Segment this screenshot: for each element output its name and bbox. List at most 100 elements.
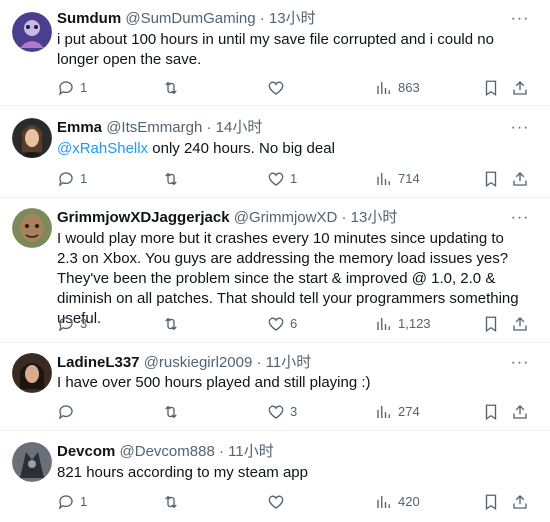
more-icon[interactable]: ···	[510, 118, 530, 138]
tweet[interactable]: Emma @ItsEmmargh · 14小时 ··· @xRahShellx …	[0, 106, 550, 198]
timestamp[interactable]: 13小时	[351, 209, 398, 226]
reply-icon	[58, 495, 73, 510]
tweet-body: only 240 hours. No big deal	[148, 140, 335, 157]
separator: ·	[218, 443, 224, 460]
view-count: 1,123	[398, 316, 431, 331]
tweet-actions: 3 274	[57, 402, 537, 422]
separator: ·	[341, 209, 347, 226]
tweet[interactable]: Sumdum @SumDumGaming · 13小时 ··· i put ab…	[0, 0, 550, 106]
more-icon[interactable]: ···	[510, 9, 530, 29]
tweet-text: 821 hours according to my steam app	[57, 464, 308, 481]
display-name[interactable]: LadineL337	[57, 354, 140, 371]
tweet-text: i put about 100 hours in until my save f…	[57, 31, 494, 68]
timestamp[interactable]: 14小时	[216, 119, 263, 136]
share-icon	[513, 495, 527, 509]
bookmark-button[interactable]	[482, 169, 500, 189]
user-handle[interactable]: @Devcom888	[120, 443, 215, 460]
like-button[interactable]: 6	[267, 314, 297, 334]
avatar[interactable]	[12, 12, 52, 52]
views-button[interactable]: 714	[375, 169, 420, 189]
like-button[interactable]	[267, 78, 290, 98]
view-count: 420	[398, 494, 420, 509]
reply-button[interactable]: 1	[57, 78, 87, 98]
avatar[interactable]	[12, 208, 52, 248]
mention-link[interactable]: @xRahShellx	[57, 140, 148, 157]
views-icon	[377, 82, 390, 94]
share-button[interactable]	[511, 169, 529, 189]
share-icon	[513, 172, 527, 186]
retweet-icon	[165, 81, 177, 95]
retweet-button[interactable]	[162, 169, 185, 189]
views-button[interactable]: 420	[375, 492, 420, 512]
retweet-button[interactable]	[162, 314, 185, 334]
retweet-button[interactable]	[162, 492, 185, 512]
share-button[interactable]	[511, 314, 529, 334]
user-handle[interactable]: @GrimmjowXD	[234, 209, 338, 226]
like-button[interactable]: 3	[267, 402, 297, 422]
retweet-icon	[165, 317, 177, 331]
user-handle[interactable]: @ItsEmmargh	[106, 119, 202, 136]
user-handle[interactable]: @ruskiegirl2009	[144, 354, 253, 371]
views-button[interactable]: 274	[375, 402, 420, 422]
share-button[interactable]	[511, 78, 529, 98]
timestamp[interactable]: 11小时	[228, 443, 274, 460]
tweet-actions: 1 863	[57, 78, 537, 98]
share-icon	[513, 405, 527, 419]
like-button[interactable]: 1	[267, 169, 297, 189]
display-name[interactable]: Sumdum	[57, 10, 121, 27]
views-icon	[377, 496, 390, 508]
views-icon	[377, 173, 390, 185]
timestamp[interactable]: 13小时	[269, 10, 316, 27]
tweet-text: I have over 500 hours played and still p…	[57, 374, 371, 391]
display-name[interactable]: Devcom	[57, 443, 115, 460]
views-button[interactable]: 1,123	[375, 314, 431, 334]
bookmark-icon	[485, 171, 497, 188]
avatar[interactable]	[12, 118, 52, 158]
reply-button[interactable]: 3	[57, 314, 87, 334]
view-count: 863	[398, 80, 420, 95]
views-icon	[377, 406, 390, 418]
tweet-text: @xRahShellx only 240 hours. No big deal	[57, 139, 527, 159]
reply-icon	[58, 172, 73, 187]
tweet[interactable]: Devcom @Devcom888 · 11小时 821 hours accor…	[0, 431, 550, 522]
like-count: 3	[290, 404, 298, 419]
separator: ·	[206, 119, 212, 136]
bookmark-button[interactable]	[482, 78, 500, 98]
retweet-button[interactable]	[162, 402, 185, 422]
tweet-header: Emma @ItsEmmargh · 14小时	[57, 118, 262, 138]
like-button[interactable]	[267, 492, 290, 512]
views-button[interactable]: 863	[375, 78, 420, 98]
bookmark-icon	[485, 316, 497, 333]
display-name[interactable]: GrimmjowXDJaggerjack	[57, 209, 230, 226]
reply-count: 1	[80, 494, 88, 509]
tweet[interactable]: GrimmjowXDJaggerjack @GrimmjowXD · 13小时 …	[0, 198, 550, 343]
heart-icon	[268, 81, 284, 95]
bookmark-button[interactable]	[482, 314, 500, 334]
avatar[interactable]	[12, 442, 52, 482]
separator: ·	[256, 354, 262, 371]
display-name[interactable]: Emma	[57, 119, 102, 136]
separator: ·	[259, 10, 265, 27]
reply-button[interactable]: 1	[57, 169, 87, 189]
retweet-icon	[165, 405, 177, 419]
heart-icon	[268, 172, 284, 186]
share-icon	[513, 81, 527, 95]
share-button[interactable]	[511, 492, 529, 512]
tweet-header: Sumdum @SumDumGaming · 13小时	[57, 9, 316, 29]
share-button[interactable]	[511, 402, 529, 422]
reply-button[interactable]	[57, 402, 80, 422]
reply-button[interactable]: 1	[57, 492, 87, 512]
more-icon[interactable]: ···	[510, 208, 530, 228]
more-icon[interactable]: ···	[510, 353, 530, 373]
user-handle[interactable]: @SumDumGaming	[125, 10, 255, 27]
timestamp[interactable]: 11小时	[266, 354, 312, 371]
bookmark-button[interactable]	[482, 402, 500, 422]
reply-icon	[58, 317, 73, 332]
bookmark-button[interactable]	[482, 492, 500, 512]
avatar[interactable]	[12, 353, 52, 393]
like-count: 6	[290, 316, 298, 331]
heart-icon	[268, 317, 284, 331]
tweet[interactable]: LadineL337 @ruskiegirl2009 · 11小时 ··· I …	[0, 343, 550, 431]
reply-icon	[58, 405, 73, 420]
retweet-button[interactable]	[162, 78, 185, 98]
